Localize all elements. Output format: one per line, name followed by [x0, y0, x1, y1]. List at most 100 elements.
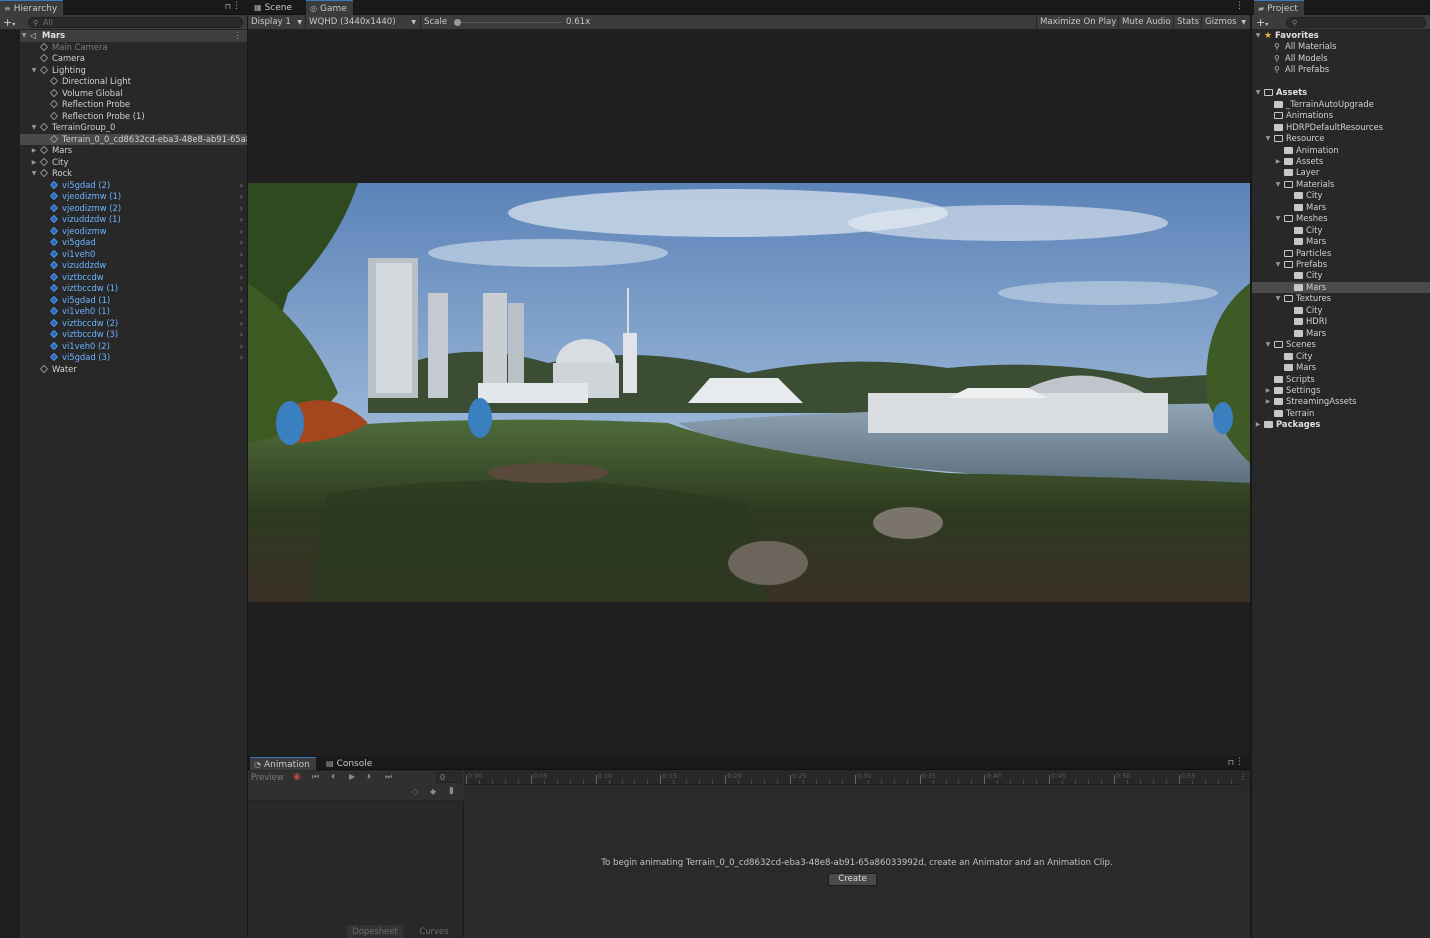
project-row[interactable]: Mars — [1252, 281, 1430, 294]
chevron-right-icon[interactable]: › — [240, 295, 243, 307]
add-event-icon[interactable]: ◆ — [430, 787, 436, 796]
create-button[interactable]: Create — [828, 873, 877, 886]
expanded-arrow-icon[interactable]: ▼ — [20, 30, 28, 42]
hierarchy-row[interactable]: Reflection Probe (1) — [20, 111, 247, 123]
display-dropdown[interactable]: Display 1 ▼ — [248, 16, 304, 29]
project-row[interactable]: ▶ Packages — [1252, 419, 1430, 431]
tab-curves[interactable]: Curves — [408, 925, 460, 938]
hierarchy-row[interactable]: Camera — [20, 53, 247, 65]
hierarchy-row[interactable]: vi5gdad (3) › — [20, 352, 247, 364]
collapsed-arrow-icon[interactable]: ▶ — [1254, 419, 1262, 431]
expanded-arrow-icon[interactable]: ▼ — [1274, 259, 1282, 271]
chevron-right-icon[interactable]: › — [240, 260, 243, 272]
next-key-icon[interactable]: ⏵ — [367, 772, 371, 782]
expanded-arrow-icon[interactable]: ▼ — [1274, 293, 1282, 305]
hierarchy-row[interactable]: viztbccdw (1) › — [20, 283, 247, 295]
project-row[interactable]: ▼ Scenes — [1252, 339, 1430, 351]
project-row[interactable]: HDRPDefaultResources — [1252, 122, 1430, 134]
search-input[interactable]: ⚲ All — [28, 17, 243, 28]
record-icon[interactable]: ◉ — [293, 772, 301, 782]
project-row[interactable]: Animations — [1252, 110, 1430, 122]
chevron-right-icon[interactable]: › — [240, 283, 243, 295]
chevron-right-icon[interactable]: › — [240, 237, 243, 249]
lock-icon[interactable]: ⊓ — [225, 2, 231, 11]
hierarchy-row[interactable]: Terrain_0_0_cd8632cd-eba3-48e8-ab91-65a8… — [20, 133, 247, 145]
project-row[interactable]: ▼ Resource — [1252, 133, 1430, 145]
hierarchy-row[interactable]: ▼ Lighting — [20, 65, 247, 77]
project-row[interactable]: Mars — [1252, 202, 1430, 214]
slider-handle[interactable] — [454, 19, 461, 26]
hierarchy-row[interactable]: ▶ Mars — [20, 145, 247, 157]
project-row[interactable]: Animation — [1252, 145, 1430, 157]
collapsed-arrow-icon[interactable]: ▶ — [1274, 156, 1282, 168]
project-row[interactable]: ▼ Textures — [1252, 293, 1430, 305]
project-row[interactable]: Mars — [1252, 328, 1430, 340]
search-input[interactable]: ⚲ — [1286, 17, 1426, 28]
project-row[interactable]: Mars — [1252, 236, 1430, 248]
project-row[interactable]: Scripts — [1252, 374, 1430, 386]
chevron-right-icon[interactable]: › — [240, 341, 243, 353]
stats-button[interactable]: Stats — [1173, 16, 1202, 29]
expanded-arrow-icon[interactable]: ▼ — [1274, 213, 1282, 225]
project-row[interactable]: ⚲ All Materials — [1252, 41, 1430, 53]
tab-game[interactable]: ◎ Game — [306, 0, 353, 15]
hierarchy-row[interactable]: vizuddzdw › — [20, 260, 247, 272]
kebab-menu-icon[interactable]: ⋮ — [1235, 1, 1244, 11]
project-row[interactable]: ▼ Prefabs — [1252, 259, 1430, 271]
chevron-right-icon[interactable]: › — [240, 214, 243, 226]
hierarchy-row[interactable]: vizuddzdw (1) › — [20, 214, 247, 226]
tab-scene[interactable]: ▦ Scene — [250, 0, 298, 15]
chevron-right-icon[interactable]: › — [240, 191, 243, 203]
chevron-right-icon[interactable]: › — [240, 352, 243, 364]
chevron-right-icon[interactable]: › — [240, 249, 243, 261]
project-row[interactable]: ▼ Meshes — [1252, 213, 1430, 225]
hierarchy-row[interactable]: vi1veh0 (1) › — [20, 306, 247, 318]
hierarchy-row[interactable]: vi1veh0 › — [20, 249, 247, 261]
project-row[interactable]: ⚲ All Models — [1252, 53, 1430, 65]
timeline-ruler[interactable]: 0:00 0:05 0:10 0:15 0:20 0:25 0:30 0:35 0:40 0:45… — [464, 771, 1242, 785]
project-row[interactable]: City — [1252, 351, 1430, 363]
tab-dopesheet[interactable]: Dopesheet — [347, 925, 403, 938]
chevron-right-icon[interactable]: › — [240, 329, 243, 341]
hierarchy-row[interactable]: ▶ City — [20, 157, 247, 169]
last-key-icon[interactable]: ⏭ — [385, 772, 392, 782]
project-row[interactable]: Terrain — [1252, 408, 1430, 420]
project-row[interactable]: _TerrainAutoUpgrade — [1252, 99, 1430, 111]
expanded-arrow-icon[interactable]: ▼ — [30, 65, 38, 77]
expanded-arrow-icon[interactable]: ▼ — [1274, 179, 1282, 191]
project-row[interactable]: ⚲ All Prefabs — [1252, 64, 1430, 76]
collapsed-arrow-icon[interactable]: ▶ — [1264, 396, 1272, 408]
first-key-icon[interactable]: ⏮ — [312, 772, 319, 782]
project-row[interactable]: HDRI — [1252, 316, 1430, 328]
expanded-arrow-icon[interactable]: ▼ — [1254, 30, 1262, 42]
collapsed-arrow-icon[interactable]: ▶ — [30, 145, 38, 157]
kebab-menu-icon[interactable]: ⋮ — [1239, 772, 1247, 781]
scale-slider[interactable] — [454, 19, 562, 26]
add-key-icon[interactable]: ◇ — [412, 787, 418, 796]
hierarchy-row[interactable]: viztbccdw (3) › — [20, 329, 247, 341]
project-row[interactable]: City — [1252, 225, 1430, 237]
prev-key-icon[interactable]: ⏴ — [331, 772, 335, 782]
collapsed-arrow-icon[interactable]: ▶ — [30, 157, 38, 169]
project-row[interactable]: ▶ Assets — [1252, 156, 1430, 168]
project-row[interactable]: ▼ Assets — [1252, 87, 1430, 99]
project-row[interactable]: ▶ Settings — [1252, 385, 1430, 397]
chevron-right-icon[interactable]: › — [240, 272, 243, 284]
hierarchy-row[interactable]: Volume Global — [20, 88, 247, 100]
hierarchy-row[interactable]: vi5gdad › — [20, 237, 247, 249]
project-row[interactable]: Particles — [1252, 248, 1430, 260]
chevron-right-icon[interactable]: › — [240, 203, 243, 215]
kebab-menu-icon[interactable]: ⋮ — [1235, 757, 1244, 767]
project-row[interactable]: Mars — [1252, 362, 1430, 374]
tab-animation[interactable]: ◔ Animation — [250, 757, 316, 770]
project-row[interactable]: ▶ StreamingAssets — [1252, 396, 1430, 408]
kebab-menu-icon[interactable]: ⋮ — [232, 1, 241, 11]
mute-audio-button[interactable]: Mute Audio — [1118, 16, 1174, 29]
hierarchy-row[interactable]: ▼ TerrainGroup_0 — [20, 122, 247, 134]
hierarchy-row[interactable]: vjeodizmw › — [20, 226, 247, 238]
hierarchy-row[interactable]: vjeodizmw (2) › — [20, 203, 247, 215]
project-row[interactable]: City — [1252, 270, 1430, 282]
project-row[interactable]: Layer — [1252, 167, 1430, 179]
expanded-arrow-icon[interactable]: ▼ — [30, 122, 38, 134]
chevron-right-icon[interactable]: › — [240, 180, 243, 192]
